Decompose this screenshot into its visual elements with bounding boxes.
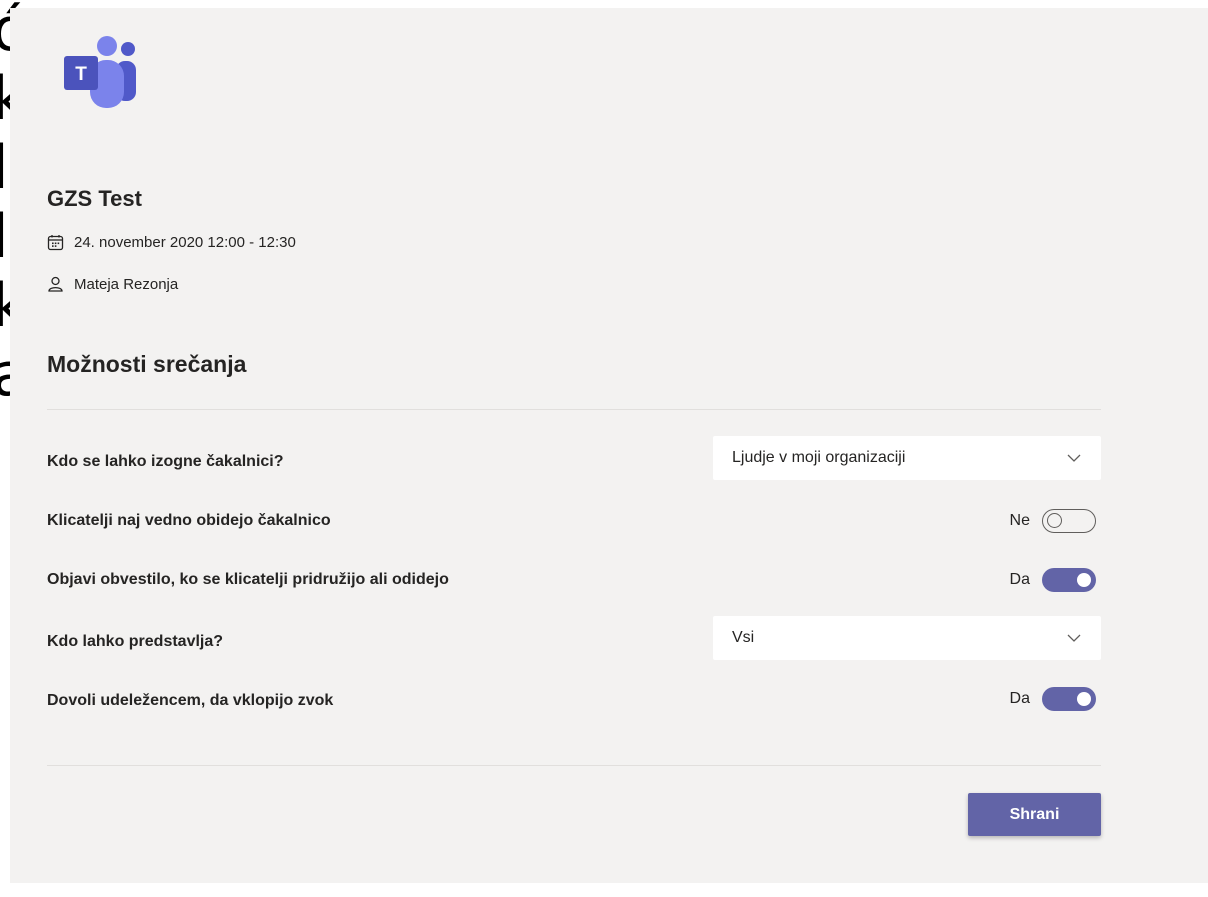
who-can-present-label: Kdo lahko predstavlja? — [47, 633, 224, 650]
toggle-state-text: Da — [1009, 571, 1030, 588]
toggle-knob — [1077, 692, 1091, 706]
meeting-title: GZS Test — [47, 186, 142, 211]
meeting-datetime-row: 24. november 2020 12:00 - 12:30 — [47, 234, 296, 251]
who-can-present-dropdown[interactable]: Vsi — [713, 616, 1101, 660]
save-button[interactable]: Shrani — [968, 793, 1101, 836]
meeting-organizer: Mateja Rezonja — [74, 276, 179, 293]
allow-unmute-label: Dovoli udeležencem, da vklopijo zvok — [47, 692, 334, 709]
who-can-present-value: Vsi — [732, 629, 755, 646]
toggle-knob — [1077, 573, 1091, 587]
svg-text:T: T — [75, 64, 87, 85]
announce-join-leave-label: Objavi obvestilo, ko se klicatelji pridr… — [47, 571, 449, 588]
calendar-icon — [47, 235, 64, 251]
bypass-lobby-dropdown[interactable]: Ljudje v moji organizaciji — [713, 436, 1101, 480]
divider — [47, 409, 1101, 410]
person-icon — [48, 276, 63, 292]
microsoft-teams-logo-icon: T — [64, 36, 136, 108]
bypass-lobby-label: Kdo se lahko izogne čakalnici? — [47, 453, 284, 470]
meeting-options-panel: T GZS Test 24. november 2020 12:00 - 12:… — [10, 8, 1208, 883]
bypass-lobby-value: Ljudje v moji organizaciji — [732, 449, 906, 466]
meeting-options-heading: Možnosti srečanja — [47, 351, 247, 377]
allow-unmute-toggle[interactable] — [1042, 687, 1096, 711]
toggle-state-text: Ne — [1009, 512, 1030, 529]
callers-bypass-lobby-toggle-group: Ne — [1010, 509, 1096, 533]
announce-join-leave-toggle[interactable] — [1042, 568, 1096, 592]
callers-bypass-lobby-toggle[interactable] — [1042, 509, 1096, 533]
toggle-state-text: Da — [1009, 690, 1030, 707]
meeting-organizer-row: Mateja Rezonja — [47, 276, 178, 293]
divider — [47, 765, 1101, 766]
chevron-down-icon — [1067, 454, 1081, 462]
callers-bypass-lobby-label: Klicatelji naj vedno obidejo čakalnico — [47, 512, 331, 529]
chevron-down-icon — [1067, 634, 1081, 642]
meeting-datetime: 24. november 2020 12:00 - 12:30 — [74, 234, 296, 251]
allow-unmute-toggle-group: Da — [1010, 687, 1096, 711]
announce-join-leave-toggle-group: Da — [1010, 568, 1096, 592]
toggle-knob — [1047, 513, 1062, 528]
